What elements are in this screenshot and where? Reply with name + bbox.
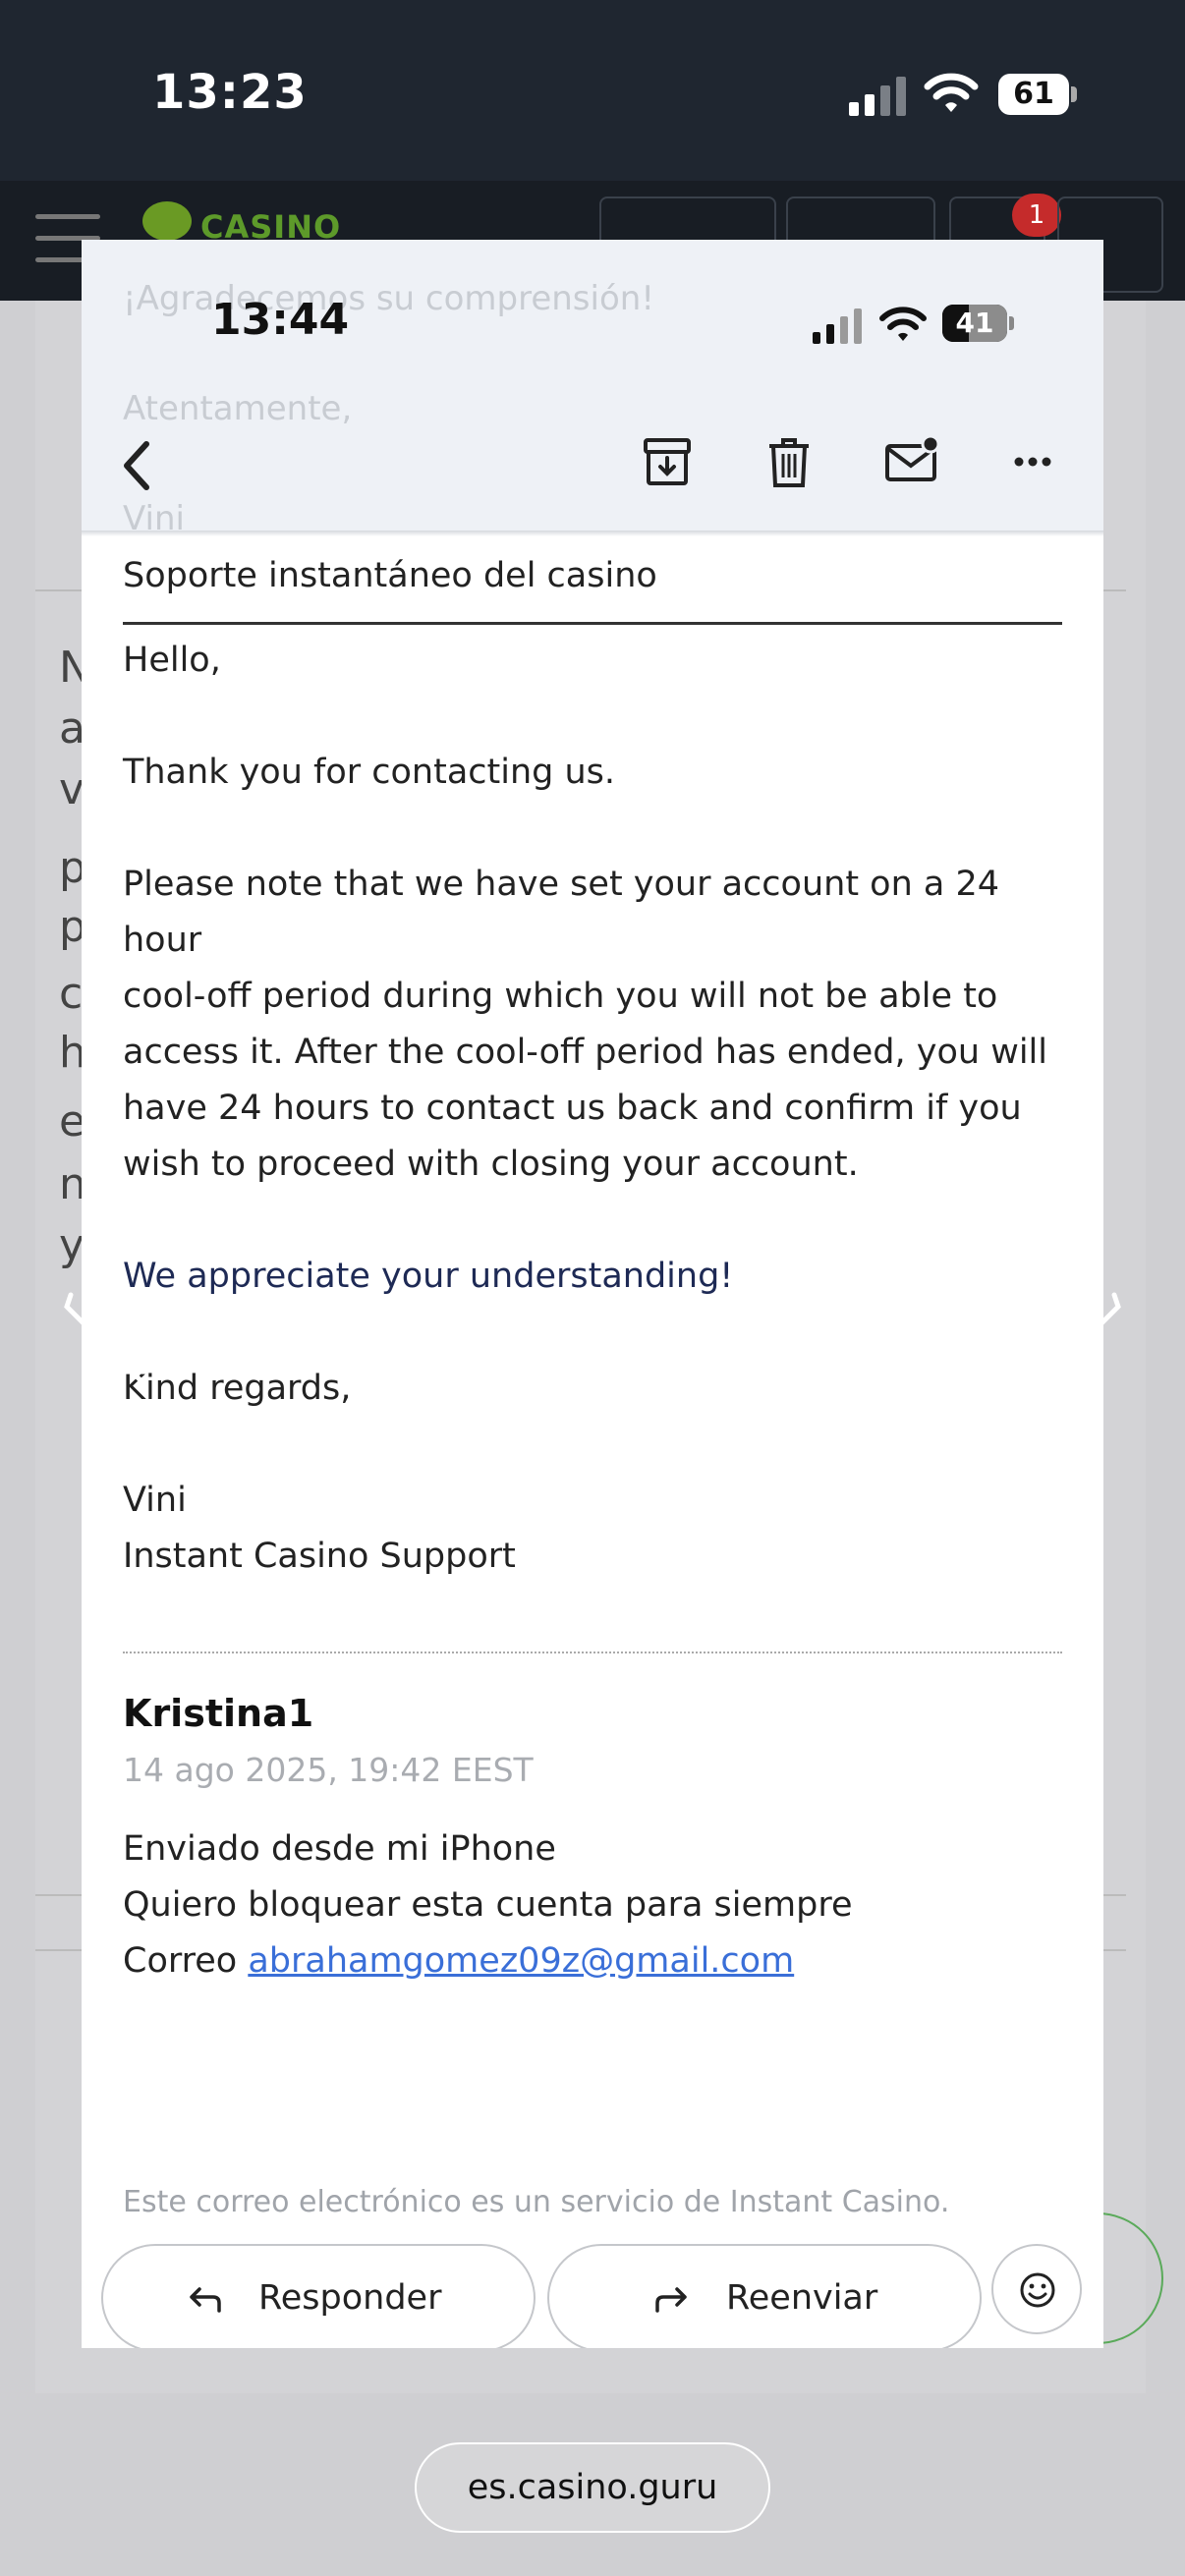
- email-link[interactable]: abrahamgomez09z@gmail.com: [248, 1941, 794, 1981]
- trash-icon[interactable]: [760, 432, 818, 491]
- bg-text-fragment: c: [59, 969, 84, 1019]
- body-line: wish to proceed with closing your accoun…: [123, 1145, 859, 1184]
- email-screenshot: ¡Agradecemos su comprensión! Atentamente…: [82, 240, 1103, 2348]
- quote-divider: [123, 1652, 1062, 1653]
- browser-url-bar[interactable]: es.casino.guru: [415, 2442, 770, 2533]
- email-status-area: ¡Agradecemos su comprensión! Atentamente…: [82, 240, 1103, 538]
- reply-label: Responder: [258, 2278, 442, 2318]
- battery-level: 61: [1013, 77, 1054, 111]
- reply-button[interactable]: Responder: [101, 2244, 536, 2348]
- site-logo-icon: [142, 201, 192, 241]
- reply-icon: [190, 2287, 221, 2313]
- smiley-icon: [1020, 2272, 1055, 2308]
- forward-label: Reenviar: [726, 2278, 878, 2318]
- body-line: have 24 hours to contact us back and con…: [123, 1089, 1022, 1128]
- footer-note: Este correo electrónico es un servicio d…: [123, 2185, 950, 2219]
- signature-team: Instant Casino Support: [123, 1537, 516, 1576]
- quoted-message: Enviado desde mi iPhone Quiero bloquear …: [123, 1821, 1066, 1989]
- quoted-line: Quiero bloquear esta cuenta para siempre: [123, 1885, 853, 1925]
- emoji-reaction-button[interactable]: [991, 2244, 1082, 2334]
- quoted-sender: Kristina1: [123, 1692, 314, 1735]
- quoted-email-prefix: Correo: [123, 1941, 249, 1981]
- email-subject: Soporte instantáneo del casino: [123, 556, 657, 595]
- subject-divider: [123, 622, 1062, 625]
- next-image-icon[interactable]: [1040, 1267, 1128, 1385]
- thanks-line: Thank you for contacting us.: [123, 753, 616, 792]
- cellular-signal-icon: [813, 308, 862, 344]
- forward-icon: [655, 2287, 687, 2313]
- outer-status-bar: 13:23 61: [0, 0, 1185, 181]
- wifi-icon: [924, 73, 979, 112]
- previous-image-icon[interactable]: [57, 1267, 145, 1385]
- inner-clock: 13:44: [211, 295, 350, 345]
- faded-text-line: Atentamente,: [123, 389, 353, 428]
- forward-button[interactable]: Reenviar: [547, 2244, 982, 2348]
- quoted-line: Enviado desde mi iPhone: [123, 1829, 556, 1869]
- faded-text-line: ¡Agradecemos su comprensión!: [123, 279, 654, 318]
- more-icon[interactable]: [1003, 432, 1062, 491]
- body-line: cool-off period during which you will no…: [123, 977, 998, 1016]
- signature-name: Vini: [123, 1481, 187, 1520]
- back-icon[interactable]: [117, 436, 156, 495]
- notification-badge: 1: [1012, 194, 1061, 237]
- greeting: Hello,: [123, 641, 221, 680]
- mail-unread-icon[interactable]: [881, 432, 940, 491]
- body-line: access it. After the cool-off period has…: [123, 1033, 1048, 1072]
- outer-clock: 13:23: [152, 65, 308, 120]
- regards-line: Kind regards,: [123, 1369, 352, 1408]
- archive-icon[interactable]: [638, 432, 697, 491]
- email-body: Hello, Thank you for contacting us. Plea…: [123, 633, 1066, 1585]
- battery-level: 41: [955, 307, 994, 339]
- body-line: Please note that we have set your accoun…: [123, 865, 1000, 960]
- appreciation-line: We appreciate your understanding!: [123, 1257, 734, 1296]
- quoted-date: 14 ago 2025, 19:42 EEST: [123, 1751, 534, 1789]
- quoted-line: Correo abrahamgomez09z@gmail.com: [123, 1933, 1066, 1989]
- battery-icon: 61: [998, 74, 1081, 115]
- battery-icon: 41: [942, 305, 1017, 342]
- cellular-signal-icon: [849, 77, 906, 116]
- wifi-icon: [879, 307, 927, 341]
